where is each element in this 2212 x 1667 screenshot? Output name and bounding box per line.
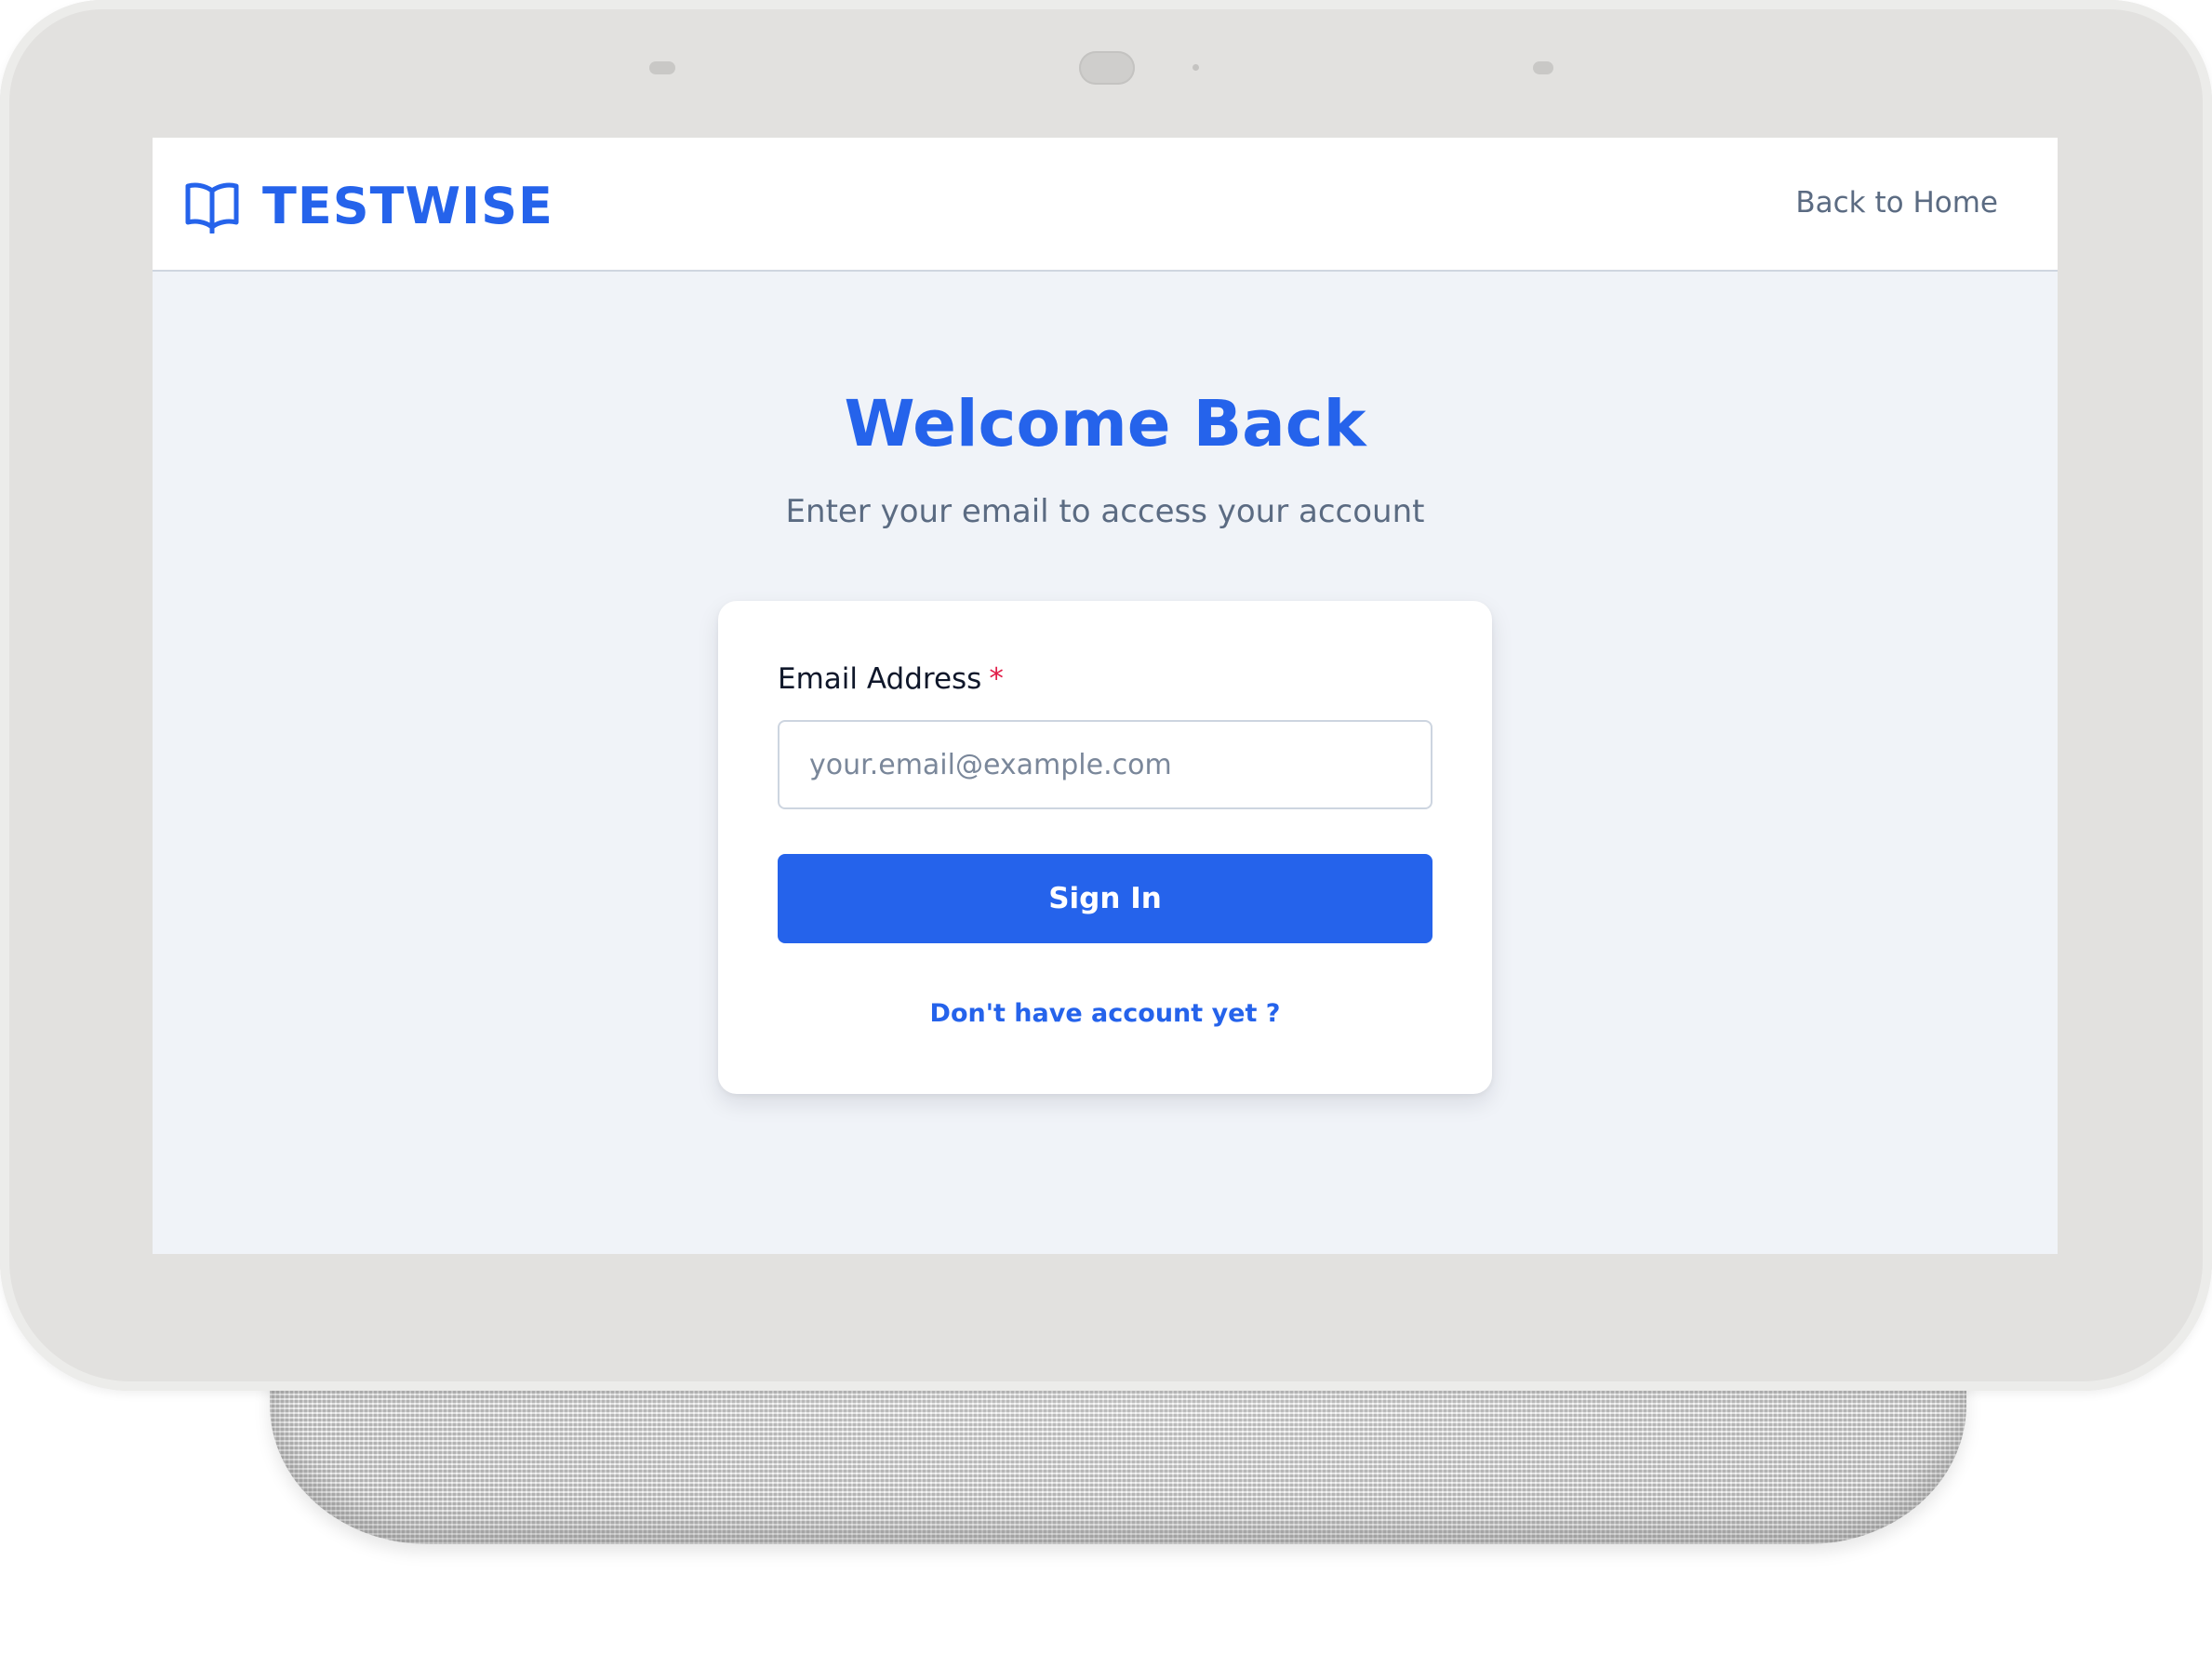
page-title: Welcome Back [844, 387, 1366, 461]
top-navbar: TESTWISE Back to Home [153, 138, 2058, 272]
required-marker: * [989, 662, 1004, 696]
email-field[interactable] [778, 720, 1432, 809]
device-frame: TESTWISE Back to Home Welcome Back Enter… [0, 0, 2212, 1391]
back-to-home-link[interactable]: Back to Home [1795, 186, 1998, 220]
email-label-text: Email Address [778, 662, 982, 696]
main-content: Welcome Back Enter your email to access … [153, 272, 2058, 1254]
sign-in-button[interactable]: Sign In [778, 854, 1432, 943]
sensor-dot [1193, 64, 1199, 71]
email-label: Email Address * [778, 662, 1004, 696]
brand-name: TESTWISE [262, 177, 553, 235]
brand-logo[interactable]: TESTWISE [184, 177, 553, 235]
device-screen: TESTWISE Back to Home Welcome Back Enter… [153, 138, 2058, 1254]
login-card: Email Address* Sign In Don't have accoun… [718, 601, 1492, 1094]
sensor-left [649, 61, 675, 74]
open-book-icon [185, 182, 239, 233]
sensor-right [1533, 61, 1553, 74]
page-subtitle: Enter your email to access your account [785, 493, 1425, 530]
device-mockup: TESTWISE Back to Home Welcome Back Enter… [0, 0, 2212, 1667]
camera-icon [1079, 51, 1135, 85]
signup-link[interactable]: Don't have account yet ? [718, 999, 1492, 1028]
